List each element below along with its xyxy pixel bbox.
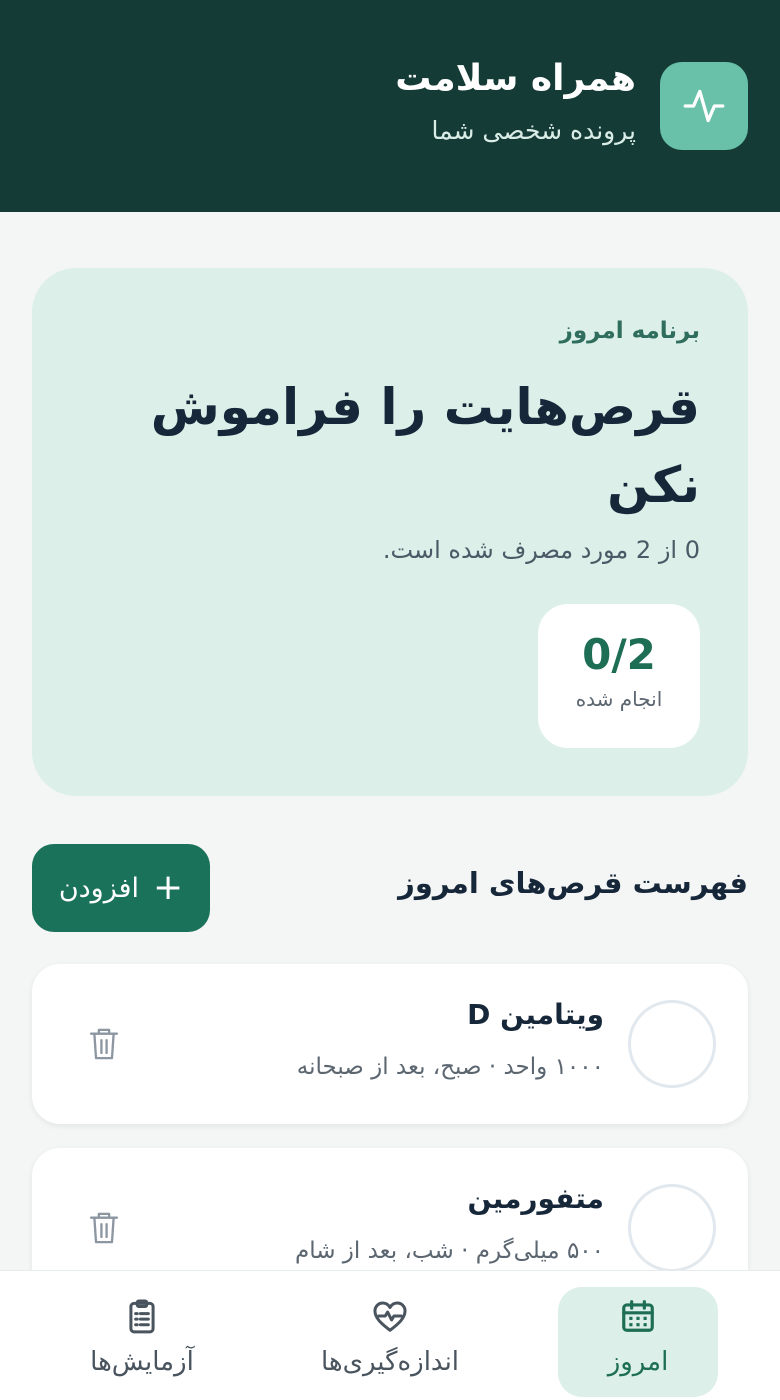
bottom-nav: امروز اندازه‌گیری‌ها آزمایش‌ها [0, 1270, 780, 1400]
clipboard-list-icon [129, 1299, 155, 1334]
nav-item-today[interactable]: امروز [558, 1287, 718, 1397]
app-logo [660, 62, 748, 150]
pill-taken-checkbox[interactable] [628, 1184, 716, 1272]
app-header: همراه سلامت پرونده شخصی شما [0, 0, 780, 212]
nav-label-tests: آزمایش‌ها [90, 1347, 194, 1377]
nav-label-measurements: اندازه‌گیری‌ها [320, 1347, 460, 1377]
pill-list-title: فهرست قرص‌های امروز [398, 866, 748, 900]
today-plan-summary: 0 از 2 مورد مصرف شده است. [382, 536, 700, 564]
pill-taken-checkbox[interactable] [628, 1000, 716, 1088]
progress-counter: 0/2 انجام شده [538, 604, 700, 748]
pill-detail: ۵۰۰ میلی‌گرم · شب، بعد از شام [294, 1238, 604, 1264]
pill-detail: ۱۰۰۰ واحد · صبح، بعد از صبحانه [296, 1054, 604, 1080]
plus-icon: + [153, 867, 184, 908]
pill-name: متفورمین [467, 1182, 604, 1215]
app-title: همراه سلامت [395, 58, 636, 99]
nav-item-tests[interactable]: آزمایش‌ها [62, 1287, 222, 1397]
nav-item-measurements[interactable]: اندازه‌گیری‌ها [310, 1287, 470, 1397]
today-plan-card: برنامه امروز قرص‌هایت را فراموش نکن 0 از… [32, 268, 748, 796]
progress-label: انجام شده [575, 687, 663, 711]
calendar-icon [622, 1300, 654, 1332]
add-pill-button[interactable]: + افزودن [32, 844, 210, 932]
heart-pulse-icon [373, 1301, 407, 1332]
pill-card: ویتامین D ۱۰۰۰ واحد · صبح، بعد از صبحانه [32, 964, 748, 1124]
today-plan-title: قرص‌هایت را فراموش نکن [150, 378, 700, 514]
app-subtitle: پرونده شخصی شما [431, 116, 636, 145]
trash-icon[interactable] [88, 1210, 120, 1246]
heartbeat-icon [683, 89, 725, 123]
today-plan-kicker: برنامه امروز [559, 318, 700, 344]
progress-value: 0/2 [582, 630, 656, 679]
pill-name: ویتامین D [467, 998, 604, 1031]
nav-label-today: امروز [607, 1347, 669, 1377]
add-pill-label: افزودن [58, 872, 140, 904]
trash-icon[interactable] [88, 1026, 120, 1062]
